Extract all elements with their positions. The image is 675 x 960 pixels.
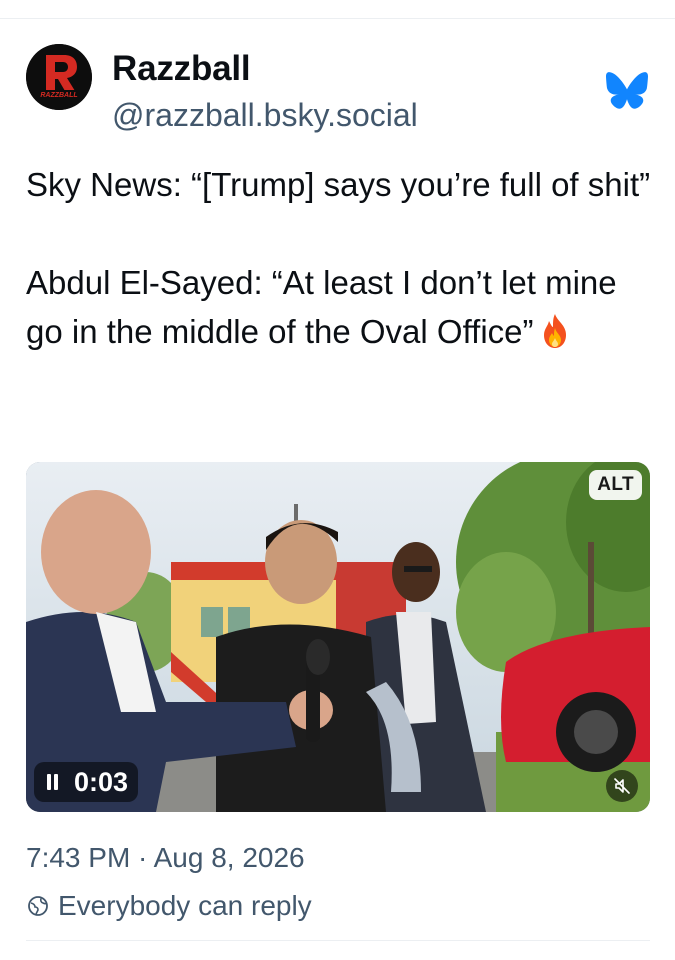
post-paragraph-2: Abdul El-Sayed: “At least I don’t let mi… — [26, 258, 651, 356]
svg-text:RAZZBALL: RAZZBALL — [40, 92, 77, 99]
reply-setting-label: Everybody can reply — [58, 890, 312, 921]
post-text: Sky News: “[Trump] says you’re full of s… — [26, 160, 651, 356]
post-paragraph-2-text: Abdul El-Sayed: “At least I don’t let mi… — [26, 264, 617, 350]
alt-text-button[interactable]: ALT — [589, 470, 642, 500]
razzball-logo: RAZZBALL — [26, 44, 92, 110]
speaker-muted-icon — [614, 778, 630, 794]
bottom-divider — [26, 940, 650, 941]
mute-toggle-button[interactable] — [606, 770, 638, 802]
fire-emoji-icon — [540, 313, 570, 349]
post-paragraph-1: Sky News: “[Trump] says you’re full of s… — [26, 166, 651, 203]
reply-setting[interactable]: Everybody can reply — [26, 888, 312, 924]
playback-controls: 0:03 — [34, 762, 139, 802]
author-handle[interactable]: @razzball.bsky.social — [112, 96, 418, 134]
globe-icon — [28, 896, 48, 916]
post-timestamp[interactable]: 7:43 PM · Aug 8, 2026 — [26, 840, 305, 876]
bluesky-butterfly-icon[interactable] — [606, 72, 648, 109]
top-divider — [0, 18, 675, 19]
video-timecode: 0:03 — [74, 766, 129, 797]
pause-icon[interactable] — [46, 774, 60, 790]
video-player[interactable]: ALT 0:03 — [26, 462, 650, 812]
video-frame — [26, 462, 650, 812]
author-display-name[interactable]: Razzball — [112, 50, 251, 88]
avatar[interactable]: RAZZBALL — [26, 44, 92, 110]
